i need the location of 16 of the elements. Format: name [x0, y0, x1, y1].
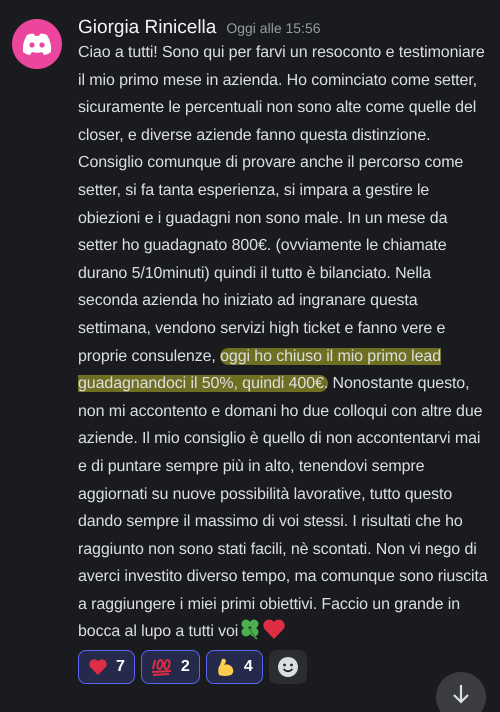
arrow-down-icon: [451, 683, 471, 705]
add-reaction-button[interactable]: [268, 650, 307, 684]
reaction-button[interactable]: 2: [140, 650, 200, 684]
avatar[interactable]: [12, 19, 62, 69]
scroll-down-button[interactable]: [436, 672, 486, 712]
author-name[interactable]: Giorgia Rinicella: [78, 17, 216, 39]
heart-icon: [88, 658, 108, 676]
reaction-button[interactable]: 4: [206, 650, 263, 684]
timestamp: Oggi alle 15:56: [226, 20, 321, 36]
hundred-points-icon: [150, 658, 173, 676]
flexed-arm-icon: [216, 657, 236, 678]
message-text: Ciao a tutti! Sono qui per farvi un resoconto e testimoniare il mio primo mese in azienda. Ho cominciato come setter, sicuramente le percentuali non sono alte come quelle del closer, e diverse aziende fanno questa distinzione. Consiglio comunque di provare anche il percorso come setter, si fa tanta esperienza, si impara a gestire le obiezioni e i guadagni non sono male. In un mese da setter ho guadagnato 800€. (ovviamente le chiamate durano 5/10minuti) quindi il tutto è bilanciato. Nella seconda azienda ho iniziato ad ingranare questa settimana, vendono servizi high ticket e fanno vere e proprie consulenze, oggi ho chiuso il mio primo lead guadagnandoci il 50%, quindi 400€. Nonostante questo, non mi accontento e domani ho due colloqui con altre due aziende. Il mio consiglio è quello di non accontentarvi mai e di puntare sempre più in alto, tenendovi sempre aggiornati su nuove possibilità lavorative, tutto questo dando sempre il massimo di voi stessi. I risultati che ho raggiunto non sono stati facili, nè scontati. Non vi nego di averci investito diverso tempo, ma comunque sono riuscita a raggiungere i miei primi obiettivi. Faccio un grande in bocca al lupo a tutti voi: [78, 43, 489, 642]
reaction-button[interactable]: 7: [78, 650, 135, 684]
heart-icon: [262, 618, 286, 640]
game-controller-icon: [21, 32, 53, 56]
smiley-icon: [276, 656, 299, 678]
